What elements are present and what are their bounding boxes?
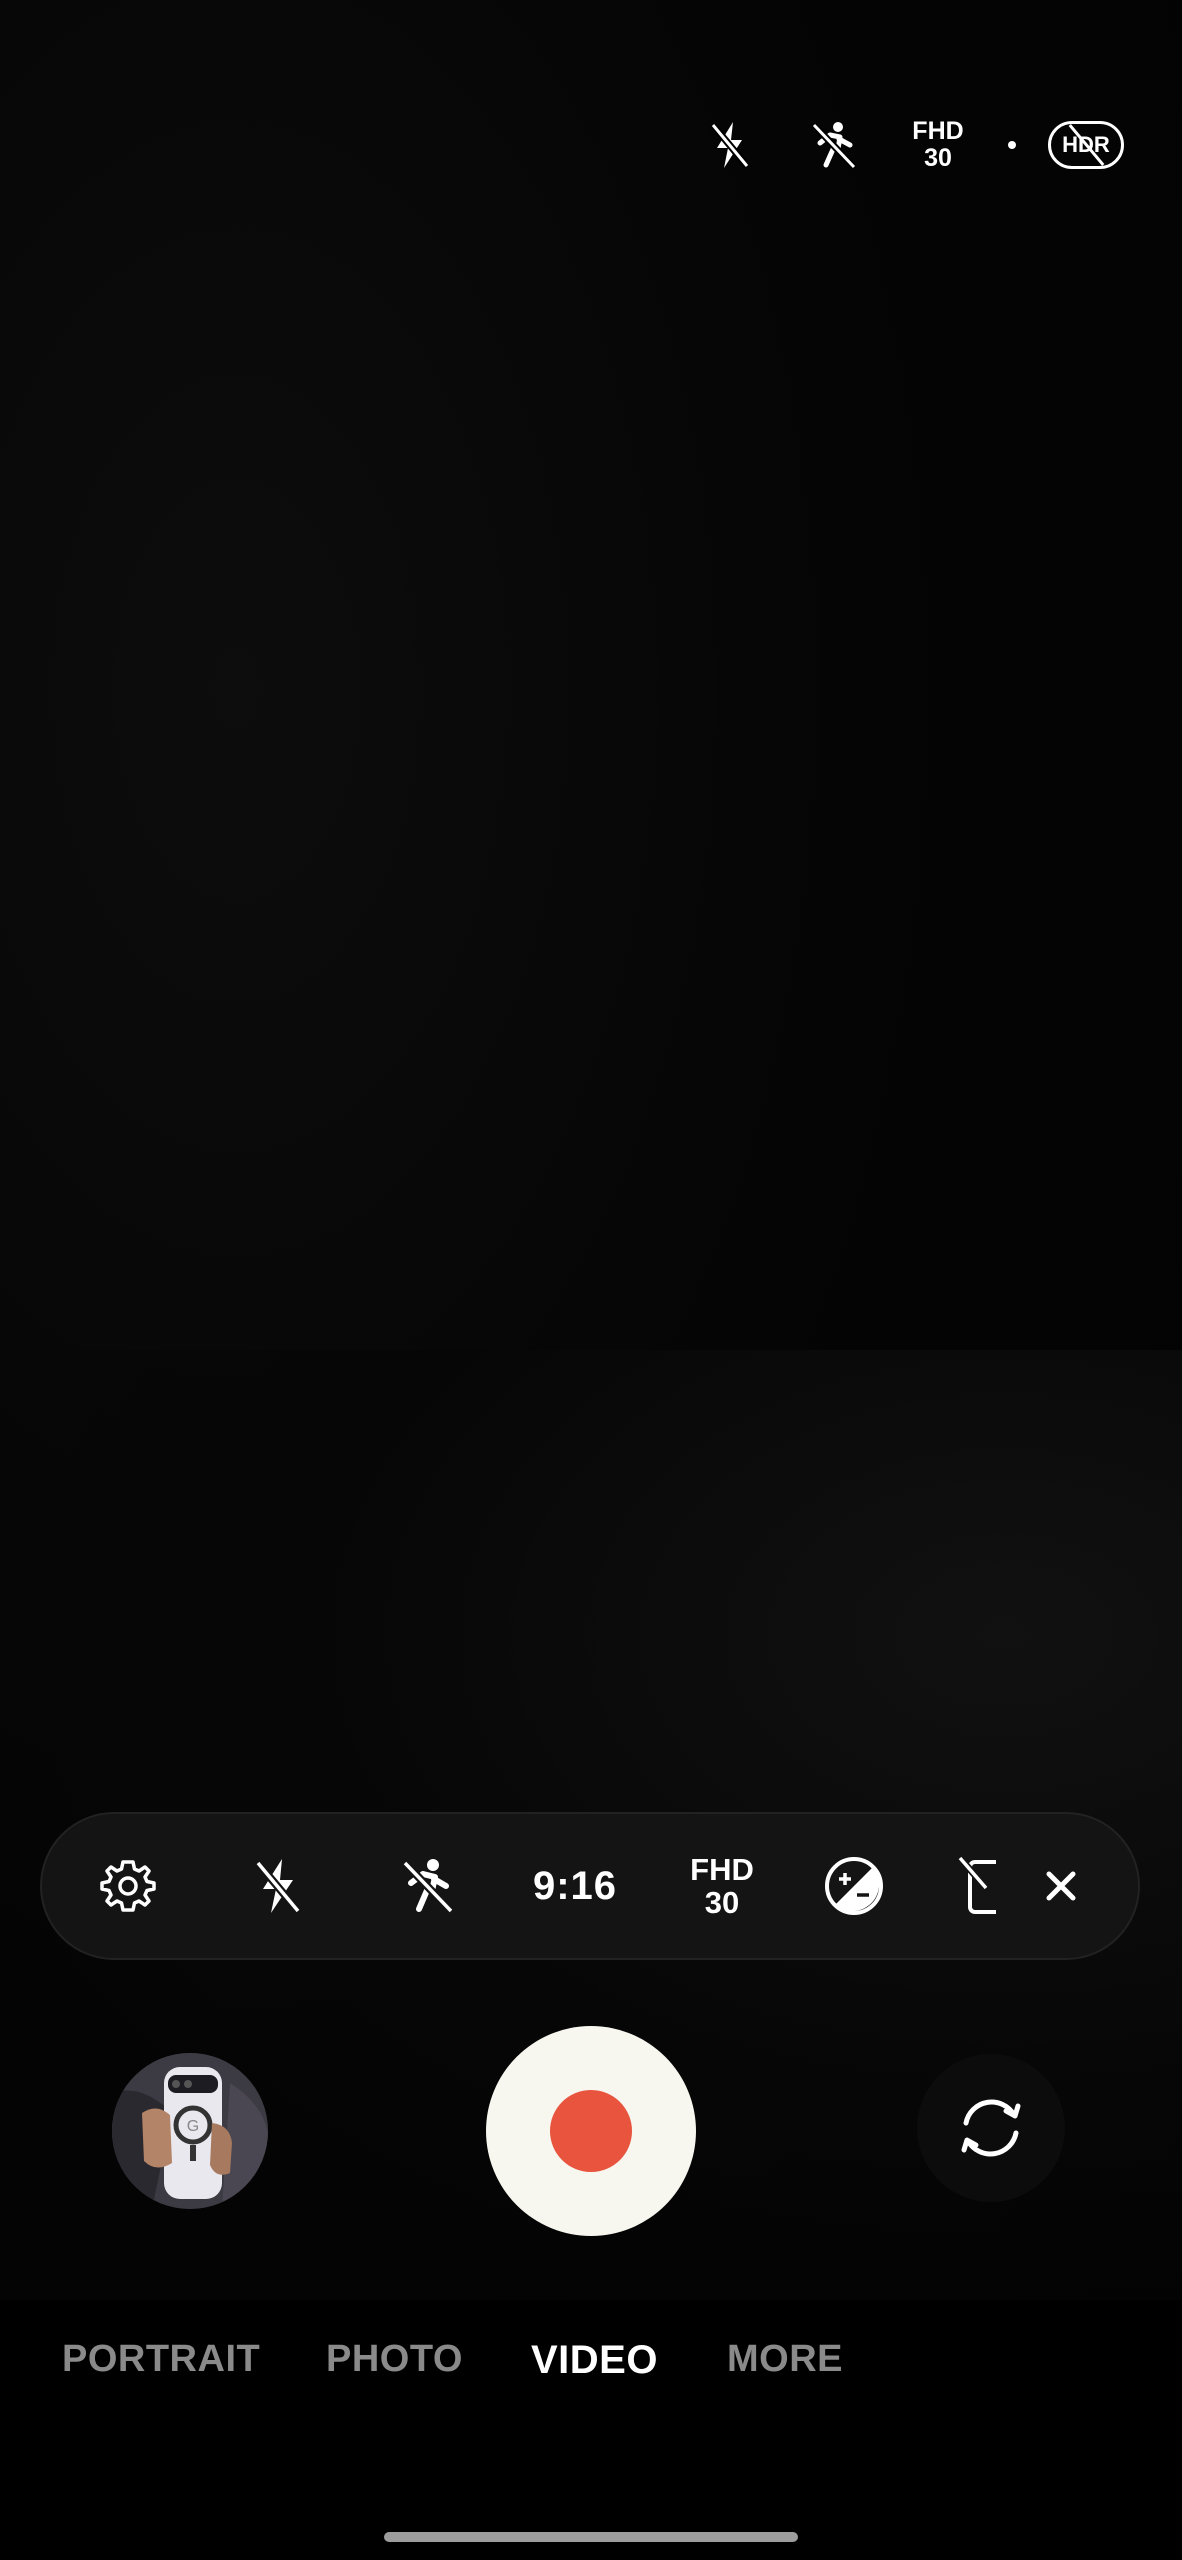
switch-camera-icon bbox=[961, 2099, 1021, 2157]
gallery-thumbnail[interactable]: G bbox=[112, 2053, 268, 2209]
svg-text:G: G bbox=[187, 2118, 199, 2135]
separator-dot bbox=[1000, 105, 1024, 185]
aspect-ratio-button[interactable]: 9:16 bbox=[510, 1814, 640, 1958]
top-hdr-toggle[interactable]: HDR bbox=[1044, 105, 1128, 185]
home-indicator[interactable] bbox=[384, 2532, 798, 2542]
gallery-preview-image: G bbox=[112, 2053, 268, 2209]
top-quick-settings: FHD 30 HDR bbox=[0, 105, 1182, 185]
camera-settings-bar: 9:16 FHD 30 bbox=[40, 1812, 1140, 1960]
motion-toggle[interactable] bbox=[378, 1814, 478, 1958]
mode-portrait[interactable]: PORTRAIT bbox=[62, 2338, 260, 2381]
gear-icon bbox=[100, 1860, 156, 1912]
top-resolution-label: FHD bbox=[912, 117, 964, 145]
flash-toggle[interactable] bbox=[228, 1814, 328, 1958]
motion-photo-off-icon bbox=[811, 122, 857, 170]
record-dot-icon bbox=[550, 2090, 632, 2172]
flash-off-icon bbox=[254, 1859, 302, 1914]
exposure-icon bbox=[825, 1857, 883, 1915]
camera-mode-selector: PORTRAIT PHOTO VIDEO MORE bbox=[0, 2300, 1182, 2560]
resolution-button[interactable]: FHD 30 bbox=[662, 1814, 782, 1958]
exposure-button[interactable] bbox=[804, 1814, 904, 1958]
record-button[interactable] bbox=[486, 2026, 696, 2236]
hdr-off-icon: HDR bbox=[1048, 121, 1124, 169]
top-resolution-button[interactable]: FHD 30 bbox=[898, 105, 978, 185]
settings-button[interactable] bbox=[78, 1814, 178, 1958]
stabilization-toggle[interactable] bbox=[946, 1814, 1006, 1958]
top-framerate-label: 30 bbox=[924, 144, 952, 172]
close-settings-button[interactable] bbox=[1026, 1814, 1096, 1958]
stabilization-off-icon bbox=[957, 1855, 996, 1914]
close-icon bbox=[1046, 1871, 1076, 1901]
switch-camera-button[interactable] bbox=[917, 2054, 1065, 2202]
top-motion-toggle[interactable] bbox=[796, 105, 872, 185]
aspect-ratio-label: 9:16 bbox=[532, 1863, 618, 1908]
mode-video[interactable]: VIDEO bbox=[531, 2338, 658, 2383]
framerate-label: 30 bbox=[704, 1885, 740, 1920]
motion-photo-off-icon bbox=[402, 1859, 454, 1914]
mode-photo[interactable]: PHOTO bbox=[326, 2338, 463, 2381]
top-flash-toggle[interactable] bbox=[692, 105, 768, 185]
flash-off-icon bbox=[710, 122, 750, 169]
resolution-label: FHD bbox=[690, 1852, 754, 1887]
mode-more[interactable]: MORE bbox=[727, 2338, 843, 2381]
